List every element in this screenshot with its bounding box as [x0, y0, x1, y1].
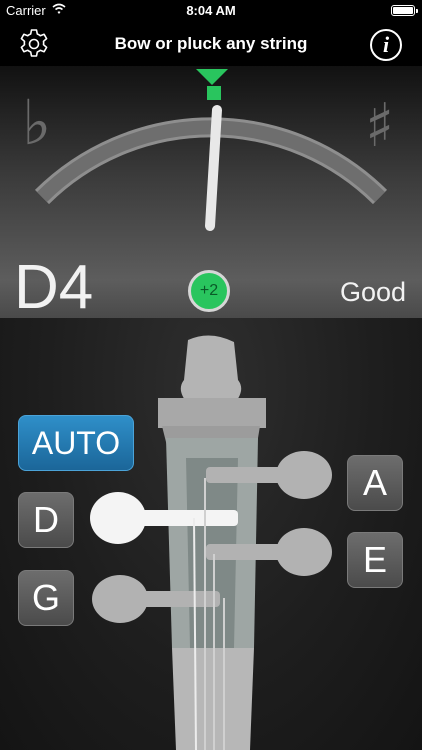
string-a-button[interactable]: A — [347, 455, 403, 511]
string-d-button[interactable]: D — [18, 492, 74, 548]
string-g-button[interactable]: G — [18, 570, 74, 626]
navigation-bar: Bow or pluck any string i — [0, 22, 422, 66]
violin-scroll — [158, 335, 266, 450]
info-icon[interactable]: i — [370, 29, 402, 61]
auto-detect-button[interactable]: AUTO — [18, 415, 134, 471]
page-title: Bow or pluck any string — [114, 34, 308, 53]
detected-note: D4 — [14, 253, 94, 318]
tuning-status: Good — [339, 277, 406, 307]
violin-pegbox-panel: AUTO D G A E — [0, 318, 422, 750]
tuning-meter: ♭ ♯ D4 +2 Good — [0, 66, 422, 318]
status-bar: Carrier 8:04 AM — [0, 0, 422, 22]
cents-indicator: +2 — [188, 270, 230, 312]
sharp-icon: ♯ — [365, 91, 394, 161]
string-e-button[interactable]: E — [347, 532, 403, 588]
battery-icon — [391, 5, 418, 16]
tuning-needle — [205, 105, 222, 231]
status-time: 8:04 AM — [186, 3, 236, 18]
target-pointer-icon — [196, 69, 228, 85]
flat-icon: ♭ — [22, 86, 51, 159]
in-tune-zone — [207, 86, 221, 100]
